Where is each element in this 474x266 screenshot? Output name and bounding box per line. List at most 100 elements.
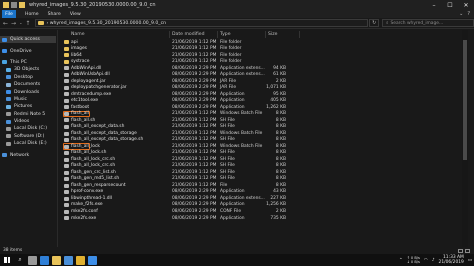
wifi-icon[interactable]: ◠ [424, 258, 428, 263]
search-input[interactable]: ⌕ Search whyred_image... [382, 19, 474, 27]
file-date: 08/06/2019 2:29 PM [172, 209, 217, 214]
refresh-button[interactable]: ↻ [369, 19, 379, 27]
forward-arrow-icon[interactable]: → [11, 20, 16, 27]
back-arrow-icon[interactable]: ← [3, 20, 8, 27]
network-speed: ↑ 0 B/s ↓ 0 B/s [407, 256, 420, 264]
file-name: AdbWinUsbApi.dll [71, 72, 110, 78]
volume-icon[interactable]: ♪ [432, 258, 435, 263]
file-size: 735 KB [270, 215, 286, 221]
address-field[interactable]: › whyred_images_9.5.30_20190530.0000.00_… [35, 19, 369, 27]
minimize-button[interactable]: – [426, 0, 442, 10]
task-view-icon[interactable] [28, 255, 37, 265]
help-icon[interactable]: ? [467, 11, 470, 17]
sidebar-item-videos[interactable]: Videos [0, 118, 56, 125]
folder-icon [64, 40, 69, 45]
column-headers: Name Date modified Type Size [61, 30, 461, 39]
sidebar-item-software-d[interactable]: Software (D:) [0, 133, 56, 140]
file-size: 1,071 KB [266, 85, 286, 91]
column-separator[interactable] [217, 31, 218, 38]
tab-home[interactable]: Home [25, 12, 39, 17]
vertical-scrollbar[interactable] [462, 30, 468, 247]
drive-icon [6, 134, 11, 139]
sidebar-item-3d-objects[interactable]: 3D Objects [0, 66, 56, 73]
sidebar-item-local-disk-e[interactable]: Local Disk (E:) [0, 140, 56, 147]
quick-access-toolbar [3, 2, 25, 8]
up-arrow-icon[interactable]: ↑ [25, 20, 30, 27]
tab-share[interactable]: Share [48, 12, 61, 17]
sidebar-item-onedrive[interactable]: OneDrive [0, 47, 56, 54]
file-size: 8 KB [275, 176, 286, 182]
file-size: 8 KB [275, 117, 286, 123]
file-icon [64, 151, 69, 156]
taskbar-search-icon[interactable]: ⌕ [14, 254, 26, 266]
chrome-icon[interactable] [76, 255, 85, 265]
sidebar-item-network[interactable]: Network [0, 151, 56, 158]
file-name: flash_all_lock_crc.sh [71, 163, 116, 169]
column-separator[interactable] [265, 31, 266, 38]
store-icon[interactable] [64, 255, 73, 265]
sidebar-item-pictures[interactable]: Pictures [0, 103, 56, 110]
file-date: 08/06/2019 2:29 PM [172, 215, 217, 221]
tab-file[interactable]: File [2, 10, 16, 18]
address-path: › whyred_images_9.5.30_20190530.0000.00_… [46, 20, 167, 26]
mail-icon[interactable] [88, 255, 97, 265]
start-button[interactable] [0, 254, 14, 266]
sidebar-item-local-disk-c[interactable]: Local Disk (C:) [0, 125, 56, 132]
sidebar-item-music[interactable]: Music [0, 96, 56, 103]
file-date: 08/06/2019 2:29 PM [172, 65, 217, 71]
sidebar-item-desktop[interactable]: Desktop [0, 74, 56, 81]
notifications-icon[interactable]: ▭ [468, 258, 472, 263]
file-date: 08/06/2019 2:29 PM [172, 78, 217, 84]
expand-ribbon-icon[interactable]: ⌄ [459, 11, 463, 17]
file-type: Application [220, 98, 245, 104]
address-bar-row: ← → ⌄ ↑ › whyred_images_9.5.30_20190530.… [0, 18, 474, 29]
recent-dropdown-icon[interactable]: ⌄ [19, 20, 22, 27]
sidebar-item-this-pc[interactable]: This PC [0, 59, 56, 66]
pane-divider[interactable] [57, 30, 58, 247]
properties-icon[interactable] [11, 2, 17, 8]
clock[interactable]: 11:33 AM 21/06/2019 [439, 255, 464, 265]
tab-view[interactable]: View [70, 12, 81, 17]
file-date: 08/06/2019 2:29 PM [172, 72, 217, 78]
maximize-button[interactable]: ☐ [442, 0, 458, 10]
file-icon [64, 118, 69, 123]
pictures-icon [6, 104, 11, 109]
column-header-name[interactable]: Name [71, 32, 85, 37]
column-header-size[interactable]: Size [268, 32, 277, 37]
column-header-date[interactable]: Date modified [172, 32, 205, 37]
file-size: 8 KB [275, 169, 286, 175]
column-separator[interactable] [169, 31, 170, 38]
file-name: flash_gen_md5_list.sh [71, 176, 120, 182]
sidebar-item-label: Local Disk (E:) [14, 141, 47, 147]
new-folder-icon[interactable] [19, 2, 25, 8]
close-button[interactable]: ✕ [458, 0, 474, 10]
file-name: deploypatchgenerator.jar [71, 85, 127, 91]
column-separator[interactable] [299, 31, 300, 38]
sidebar-item-label: 3D Objects [14, 67, 40, 73]
file-name: dmtracedump.exe [71, 91, 112, 97]
sidebar-item-redmi-note-5[interactable]: Redmi Note 5 [0, 111, 56, 118]
file-icon [64, 144, 69, 149]
file-date: 08/06/2019 2:29 PM [172, 91, 217, 97]
file-row[interactable]: mke2fs.exe 08/06/2019 2:29 PM Application 7… [61, 215, 461, 222]
tray-chevron-icon[interactable]: ⌃ [399, 258, 403, 263]
file-date: 21/06/2019 1:12 PM [172, 39, 217, 45]
file-name: flash_all_lock_crc.sh [71, 156, 116, 162]
edge-icon[interactable] [40, 255, 49, 265]
file-explorer-icon[interactable] [52, 255, 61, 265]
file-name: make_f2fs.exe [71, 202, 103, 208]
scrollbar-thumb[interactable] [463, 40, 467, 160]
sidebar-item-documents[interactable]: Documents [0, 81, 56, 88]
column-header-type[interactable]: Type [220, 32, 231, 37]
sidebar-item-downloads[interactable]: Downloads [0, 88, 56, 95]
file-type: SH File [220, 169, 235, 175]
file-size: 8 KB [275, 156, 286, 162]
sidebar-item-quick-access[interactable]: Quick access [0, 36, 56, 44]
file-date: 08/06/2019 2:29 PM [172, 85, 217, 91]
file-type: Application [220, 202, 245, 208]
file-size: 8 KB [275, 150, 286, 156]
details-view-icon[interactable] [458, 248, 463, 253]
file-icon [64, 98, 69, 103]
large-icons-view-icon[interactable] [465, 248, 470, 253]
file-name: mke2fs.exe [71, 215, 97, 221]
